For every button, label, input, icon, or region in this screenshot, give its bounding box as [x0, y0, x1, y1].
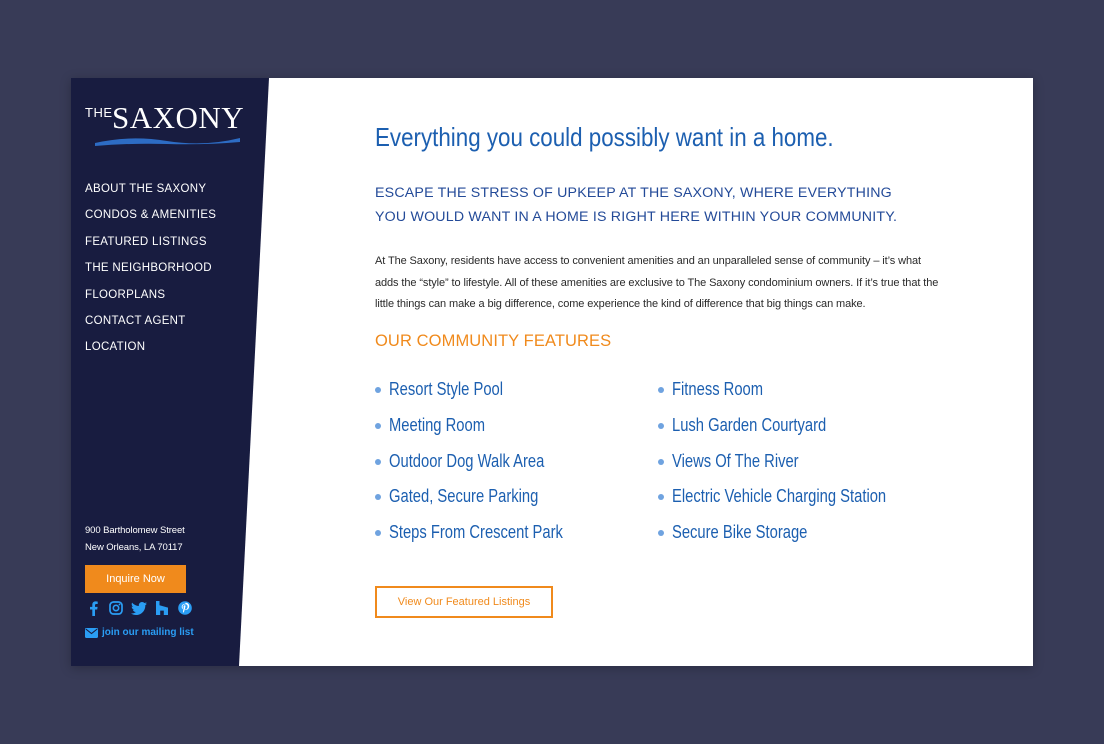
envelope-icon — [85, 627, 98, 638]
feature-item: Outdoor Dog Walk Area — [375, 452, 601, 488]
feature-item: Gated, Secure Parking — [375, 487, 601, 523]
address: 900 Bartholomew Street New Orleans, LA 7… — [85, 522, 185, 556]
page-title: Everything you could possibly want in a … — [375, 122, 834, 152]
feature-label: Resort Style Pool — [389, 379, 504, 399]
logo-the: THE — [85, 105, 113, 120]
feature-label: Secure Bike Storage — [672, 522, 808, 543]
bullet-icon — [658, 387, 664, 393]
feature-item: Electric Vehicle Charging Station — [658, 487, 933, 523]
page-subtitle: ESCAPE THE STRESS OF UPKEEP AT THE SAXON… — [375, 185, 898, 225]
bullet-icon — [375, 530, 381, 537]
nav-item-contact-agent[interactable]: CONTACT AGENT — [85, 313, 216, 339]
mailing-list-label: join our mailing list — [102, 627, 194, 638]
features-list-left: Resort Style Pool Meeting Room Outdoor D… — [375, 380, 601, 559]
logo-name: SAXONY — [112, 100, 245, 135]
feature-label: Gated, Secure Parking — [389, 486, 539, 507]
instagram-icon[interactable] — [108, 600, 124, 616]
logo[interactable]: THE SAXONY — [85, 102, 245, 150]
feature-label: Fitness Room — [672, 379, 764, 399]
address-line-1: 900 Bartholomew Street — [85, 525, 185, 536]
main-nav: ABOUT THE SAXONY CONDOS & AMENITIES FEAT… — [85, 181, 216, 366]
feature-label: Views Of The River — [672, 450, 799, 471]
bullet-icon — [658, 458, 664, 465]
nav-item-condos-amenities[interactable]: CONDOS & AMENITIES — [85, 207, 216, 233]
view-featured-listings-button[interactable]: View Our Featured Listings — [375, 586, 553, 618]
feature-item: Lush Garden Courtyard — [658, 416, 933, 452]
bullet-icon — [375, 387, 381, 393]
houzz-icon[interactable] — [154, 600, 170, 616]
feature-label: Meeting Room — [389, 414, 485, 435]
bullet-icon — [375, 494, 381, 501]
feature-label: Electric Vehicle Charging Station — [672, 486, 887, 507]
features-heading: OUR COMMUNITY FEATURES — [375, 332, 612, 350]
bullet-icon — [658, 530, 664, 537]
nav-item-neighborhood[interactable]: THE NEIGHBORHOOD — [85, 260, 216, 286]
feature-item: Meeting Room — [375, 416, 601, 452]
feature-label: Steps From Crescent Park — [389, 522, 563, 543]
intro-paragraph: At The Saxony, residents have access to … — [375, 255, 939, 310]
bullet-icon — [375, 458, 381, 465]
facebook-icon[interactable] — [85, 600, 101, 616]
feature-item: Secure Bike Storage — [658, 523, 933, 559]
bullet-icon — [658, 422, 664, 429]
pinterest-icon[interactable] — [177, 600, 193, 616]
feature-item: Steps From Crescent Park — [375, 523, 601, 559]
nav-item-featured-listings[interactable]: FEATURED LISTINGS — [85, 234, 216, 260]
mailing-list-link[interactable]: join our mailing list — [85, 627, 194, 638]
nav-item-location[interactable]: LOCATION — [85, 339, 216, 365]
site-frame: THE SAXONY ABOUT THE SAXONY CONDOS & AME… — [71, 78, 1033, 666]
feature-label: Lush Garden Courtyard — [672, 414, 827, 435]
bullet-icon — [658, 494, 664, 501]
feature-item: Fitness Room — [658, 380, 933, 416]
logo-wave — [95, 138, 240, 146]
twitter-icon[interactable] — [131, 600, 147, 616]
feature-item: Resort Style Pool — [375, 380, 601, 416]
feature-item: Views Of The River — [658, 452, 933, 488]
address-line-2: New Orleans, LA 70117 — [85, 542, 183, 553]
social-links — [85, 600, 193, 616]
inquire-now-button[interactable]: Inquire Now — [85, 565, 186, 593]
feature-label: Outdoor Dog Walk Area — [389, 450, 545, 471]
features-list-right: Fitness Room Lush Garden Courtyard Views… — [658, 380, 933, 559]
nav-item-about[interactable]: ABOUT THE SAXONY — [85, 181, 216, 207]
nav-item-floorplans[interactable]: FLOORPLANS — [85, 287, 216, 313]
bullet-icon — [375, 422, 381, 429]
